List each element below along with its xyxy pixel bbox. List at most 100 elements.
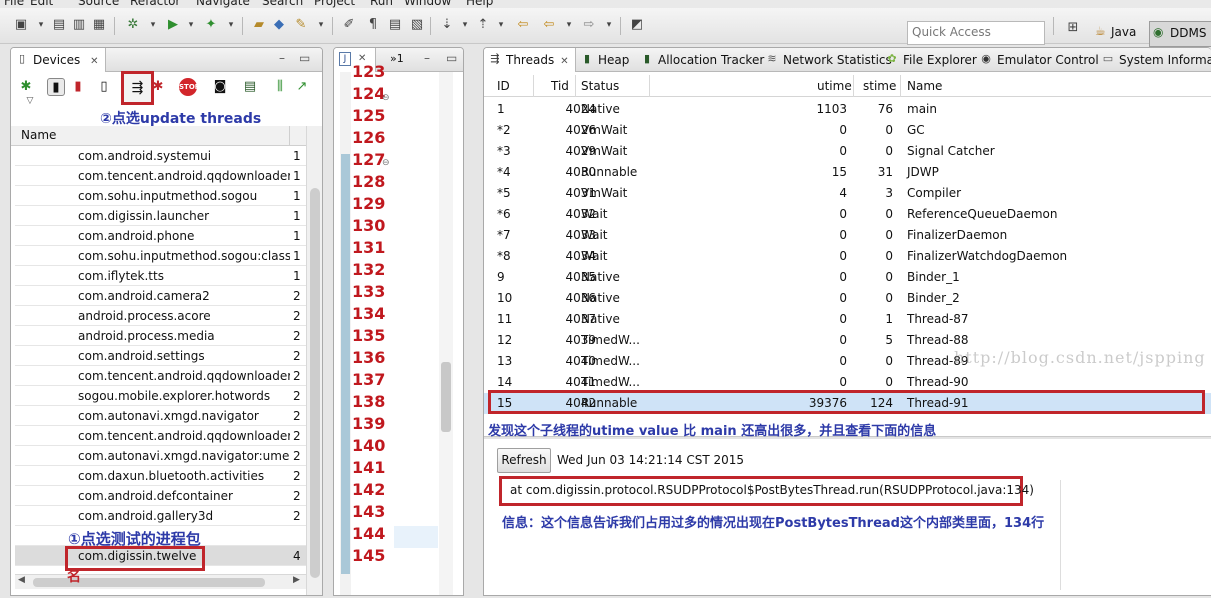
chevron-down-icon[interactable]: ▾ — [492, 16, 510, 34]
thread-row[interactable]: *4 4030 Runnable 15 31 JDWP — [484, 162, 1211, 183]
quick-access-input[interactable]: Quick Access — [907, 21, 1045, 45]
save-all-icon[interactable]: ▥ — [70, 16, 88, 34]
column-status-header[interactable]: Status — [581, 79, 619, 93]
fold-icon[interactable]: ⊖ — [382, 93, 390, 103]
tab-file-explorer[interactable]: ✿ File Explorer — [881, 48, 983, 72]
menu-item-6[interactable]: Project — [314, 0, 355, 8]
brush-icon[interactable]: ✎ — [292, 16, 310, 34]
save-icon[interactable]: ▤ — [50, 16, 68, 34]
process-row[interactable]: com.tencent.android.qqdownloader 2 — [15, 366, 306, 386]
update-threads-button[interactable]: ⇶ — [121, 71, 154, 105]
process-row[interactable]: com.android.settings 2 — [15, 346, 306, 366]
minimize-icon[interactable]: – — [424, 52, 434, 64]
menu-item-0[interactable]: File — [4, 0, 24, 8]
column-tid-header[interactable]: Tid — [551, 79, 569, 93]
mark-icon[interactable]: ▧ — [408, 16, 426, 34]
chevron-down-icon[interactable]: ▾ — [560, 16, 578, 34]
devices-horizontal-scrollbar[interactable]: ◀ ▶ — [15, 574, 306, 589]
process-row[interactable]: com.android.phone 1 — [15, 226, 306, 246]
menu-item-5[interactable]: Search — [262, 0, 303, 8]
print-icon[interactable]: ▦ — [90, 16, 108, 34]
process-row[interactable]: android.process.acore 2 — [15, 306, 306, 326]
process-row[interactable]: com.android.systemui 1 — [15, 146, 306, 166]
annotation-icon[interactable]: ¶ — [364, 16, 382, 34]
open-folder-icon[interactable]: ▰ — [250, 16, 268, 34]
process-row[interactable]: android.process.media 2 — [15, 326, 306, 346]
process-row[interactable]: com.daxun.bluetooth.activities 2 — [15, 466, 306, 486]
column-id-header[interactable]: ID — [497, 79, 510, 93]
column-name-header[interactable]: Name — [907, 79, 942, 93]
column-stime-header[interactable]: stime — [863, 79, 896, 93]
dump-view-hierarchy-icon[interactable]: ▤ — [241, 78, 259, 96]
tab-heap[interactable]: ▮ Heap — [576, 48, 635, 72]
tab-allocation-tracker[interactable]: ▮ Allocation Tracker — [636, 48, 770, 72]
stop-process-icon[interactable]: STOP — [179, 78, 200, 96]
process-row[interactable]: com.tencent.android.qqdownloader 2 — [15, 426, 306, 446]
perspective-ddms-button[interactable]: ◉ DDMS — [1149, 21, 1211, 47]
menu-item-2[interactable]: Source — [78, 0, 119, 8]
thread-row[interactable]: 10 4036 Native 0 0 Binder_2 — [484, 288, 1211, 309]
view-menu-icon[interactable]: ▽ — [21, 92, 39, 110]
thread-row[interactable]: 1 4024 Native 1103 76 main — [484, 99, 1211, 120]
devices-vertical-scrollbar[interactable] — [306, 126, 322, 595]
scroll-right-icon[interactable]: ▶ — [293, 575, 300, 585]
editor-vertical-scrollbar[interactable] — [439, 72, 453, 595]
forward-icon[interactable]: ⇨ — [580, 16, 598, 34]
screen-capture-icon[interactable]: ◙ — [211, 78, 229, 96]
minimize-icon[interactable]: – — [279, 52, 289, 64]
tab-system-informat[interactable]: ▭ System Informat — [1097, 48, 1211, 72]
more-tabs-indicator[interactable]: »1 — [390, 52, 404, 65]
chevron-down-icon[interactable]: ▾ — [456, 16, 474, 34]
thread-row[interactable]: 11 4037 Native 0 1 Thread-87 — [484, 309, 1211, 330]
thread-row[interactable]: *2 4026 VmWait 0 0 GC — [484, 120, 1211, 141]
column-name-header[interactable]: Name — [21, 128, 56, 142]
maximize-icon[interactable]: ▭ — [299, 52, 310, 64]
process-row[interactable]: com.sohu.inputmethod.sogou:classic 1 — [15, 246, 306, 266]
process-row[interactable]: com.tencent.android.qqdownloader 1 — [15, 166, 306, 186]
thread-row[interactable]: *5 4031 VmWait 4 3 Compiler — [484, 183, 1211, 204]
back-icon[interactable]: ⇦ — [540, 16, 558, 34]
close-icon[interactable]: ✕ — [560, 56, 568, 67]
open-perspective-icon[interactable]: ⊞ — [1064, 19, 1082, 37]
chevron-down-icon[interactable]: ▾ — [182, 16, 200, 34]
process-row[interactable]: com.digissin.launcher 1 — [15, 206, 306, 226]
process-row[interactable]: com.iflytek.tts 1 — [15, 266, 306, 286]
menu-item-9[interactable]: Help — [466, 0, 493, 8]
thread-row[interactable]: *6 4032 Wait 0 0 ReferenceQueueDaemon — [484, 204, 1211, 225]
chevron-down-icon[interactable]: ▾ — [222, 16, 240, 34]
next-annotation-icon[interactable]: ⇣ — [438, 16, 456, 34]
chevron-down-icon[interactable]: ▾ — [144, 16, 162, 34]
prev-annotation-icon[interactable]: ⇡ — [474, 16, 492, 34]
scroll-left-icon[interactable]: ◀ — [18, 575, 25, 585]
pin-icon[interactable]: ✐ — [340, 16, 358, 34]
thread-row[interactable]: *7 4033 Wait 0 0 FinalizerDaemon — [484, 225, 1211, 246]
menu-item-8[interactable]: Window — [404, 0, 451, 8]
process-row[interactable]: com.android.gallery3d 2 — [15, 506, 306, 526]
new-icon[interactable]: ▣ — [12, 16, 30, 34]
refresh-button[interactable]: Refresh — [497, 448, 551, 473]
menu-item-4[interactable]: Navigate — [196, 0, 250, 8]
process-row[interactable]: com.android.camera2 2 — [15, 286, 306, 306]
thread-row[interactable]: *8 4034 Wait 0 0 FinalizerWatchdogDaemon — [484, 246, 1211, 267]
editor-toggle-icon[interactable]: ▤ — [386, 16, 404, 34]
pin-editor-icon[interactable]: ◩ — [628, 16, 646, 34]
chevron-down-icon[interactable]: ▾ — [312, 16, 330, 34]
maximize-icon[interactable]: ▭ — [446, 52, 457, 64]
tab-devices[interactable]: ▯ Devices ✕ — [11, 48, 106, 72]
stack-trace-line[interactable]: at com.digissin.protocol.RSUDPProtocol$P… — [510, 483, 1034, 497]
debug-icon[interactable]: ✦ — [202, 16, 220, 34]
cause-gc-icon[interactable]: ▯ — [95, 78, 113, 96]
menu-item-1[interactable]: Edit — [30, 0, 53, 8]
tab-emulator-control[interactable]: ◉ Emulator Control — [975, 48, 1105, 72]
menu-item-3[interactable]: Refactor — [130, 0, 180, 8]
thread-row[interactable]: *3 4029 VmWait 0 0 Signal Catcher — [484, 141, 1211, 162]
systrace-icon[interactable]: ⫼ — [271, 78, 289, 96]
close-icon[interactable]: ✕ — [90, 56, 98, 67]
last-edit-icon[interactable]: ⇦ — [514, 16, 532, 34]
process-row[interactable]: com.android.defcontainer 2 — [15, 486, 306, 506]
menu-item-7[interactable]: Run — [370, 0, 393, 8]
tab-threads[interactable]: ⇶ Threads ✕ — [484, 48, 576, 72]
fold-icon[interactable]: ⊖ — [382, 158, 390, 168]
run-icon[interactable]: ▶ — [164, 16, 182, 34]
column-utime-header[interactable]: utime — [817, 79, 852, 93]
